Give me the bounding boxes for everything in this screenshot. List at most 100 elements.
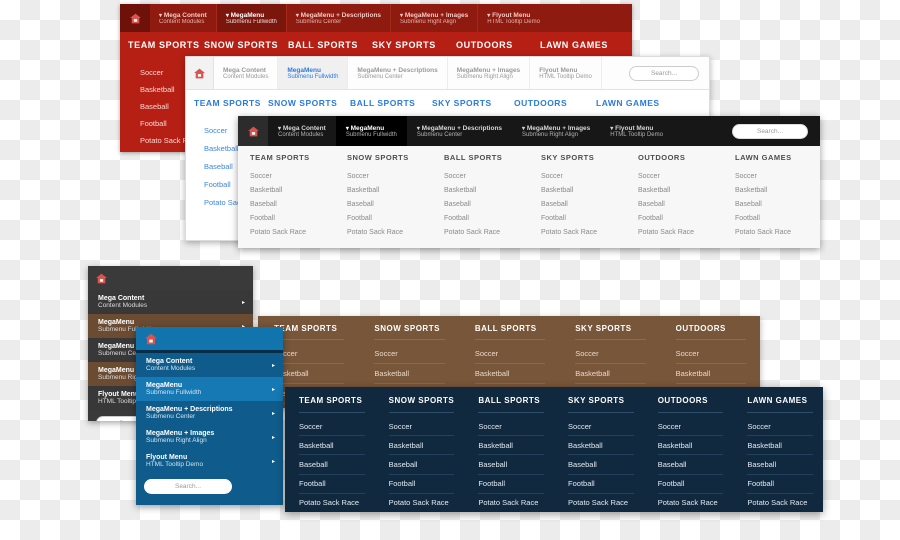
list-item[interactable]: Football: [250, 212, 335, 226]
list-item[interactable]: Baseball: [657, 455, 724, 475]
list-item[interactable]: Basketball: [374, 364, 445, 384]
nav-item-lawn-games[interactable]: LAWN GAMES: [596, 98, 660, 108]
list-item[interactable]: Football: [735, 212, 820, 226]
nav-item-sky-sports[interactable]: SKY SPORTS: [372, 40, 456, 50]
list-item[interactable]: Soccer: [638, 169, 723, 183]
list-item[interactable]: Basketball: [747, 436, 814, 456]
menu-item-megamenu[interactable]: MegaMenu Submenu Fullwidth ▸: [136, 377, 283, 401]
list-item[interactable]: Basketball: [675, 364, 747, 384]
home-button[interactable]: [186, 57, 214, 89]
list-item[interactable]: Potato Sack Race: [388, 494, 455, 512]
list-item[interactable]: Football: [657, 475, 724, 494]
list-item[interactable]: Soccer: [747, 417, 814, 437]
list-item[interactable]: Baseball: [250, 197, 335, 211]
topbar-item-megamenu-images[interactable]: MegaMenu + Images Submenu Right Align: [448, 57, 531, 89]
list-item[interactable]: Potato Sack Race: [347, 226, 432, 240]
list-item[interactable]: Basketball: [657, 436, 724, 456]
topbar-item-mega-content[interactable]: ▾ Mega Content Content Modules: [150, 4, 217, 32]
list-item[interactable]: Soccer: [541, 169, 626, 183]
list-item[interactable]: Baseball: [444, 197, 529, 211]
list-item[interactable]: Soccer: [274, 344, 345, 364]
list-item[interactable]: Soccer: [374, 344, 445, 364]
list-item[interactable]: Potato Sack Race: [444, 226, 529, 240]
nav-item-sky-sports[interactable]: SKY SPORTS: [432, 98, 514, 108]
list-item[interactable]: Basketball: [299, 436, 365, 456]
search-input[interactable]: Search...: [144, 479, 232, 494]
list-item[interactable]: Basketball: [274, 364, 345, 384]
list-item[interactable]: Football: [299, 475, 365, 494]
list-item[interactable]: Baseball: [299, 455, 365, 475]
list-item[interactable]: Football: [638, 212, 723, 226]
list-item[interactable]: Soccer: [478, 417, 545, 437]
topbar-item-flyout-menu[interactable]: Flyout Menu HTML Tooltip Demo: [530, 57, 602, 89]
list-item[interactable]: Potato Sack Race: [250, 226, 335, 240]
list-item[interactable]: Baseball: [388, 455, 455, 475]
list-item[interactable]: Baseball: [347, 197, 432, 211]
topbar-item-megamenu-images[interactable]: ▾ MegaMenu + Images Submenu Right Align: [512, 116, 600, 146]
list-item[interactable]: Potato Sack Race: [735, 226, 820, 240]
nav-item-outdoors[interactable]: OUTDOORS: [514, 98, 596, 108]
nav-item-team-sports[interactable]: TEAM SPORTS: [186, 98, 268, 108]
list-item[interactable]: Football: [478, 475, 545, 494]
list-item[interactable]: Basketball: [541, 183, 626, 197]
topbar-item-megamenu-descriptions[interactable]: ▾ MegaMenu + Descriptions Submenu Center: [407, 116, 512, 146]
menu-item-megamenu-images[interactable]: MegaMenu + Images Submenu Right Align ▸: [136, 425, 283, 449]
list-item[interactable]: Potato Sack Race: [747, 494, 814, 512]
list-item[interactable]: Baseball: [541, 197, 626, 211]
topbar-item-mega-content[interactable]: Mega Content Content Modules: [214, 57, 279, 89]
topbar-item-megamenu-images[interactable]: ▾ MegaMenu + Images Submenu Right Align: [391, 4, 479, 32]
topbar-item-megamenu[interactable]: ▾ MegaMenu Submenu Fullwidth: [216, 4, 287, 32]
list-item[interactable]: Soccer: [444, 169, 529, 183]
topbar-item-megamenu-descriptions[interactable]: ▾ MegaMenu + Descriptions Submenu Center: [287, 4, 392, 32]
list-item[interactable]: Football: [388, 475, 455, 494]
nav-item-team-sports[interactable]: TEAM SPORTS: [120, 40, 204, 50]
list-item[interactable]: Basketball: [575, 364, 646, 384]
list-item[interactable]: Potato Sack Race: [657, 494, 724, 512]
search-input[interactable]: Search...: [732, 123, 808, 139]
list-item[interactable]: Soccer: [299, 417, 365, 437]
home-button[interactable]: [120, 4, 150, 32]
list-item[interactable]: Potato Sack Race: [568, 494, 634, 512]
nav-item-lawn-games[interactable]: LAWN GAMES: [540, 40, 608, 50]
list-item[interactable]: Basketball: [250, 183, 335, 197]
nav-item-ball-sports[interactable]: BALL SPORTS: [350, 98, 432, 108]
topbar-item-megamenu-descriptions[interactable]: MegaMenu + Descriptions Submenu Center: [348, 57, 448, 89]
list-item[interactable]: Football: [568, 475, 634, 494]
list-item[interactable]: Potato Sack Race: [541, 226, 626, 240]
search-input[interactable]: Search...: [629, 65, 699, 81]
menu-item-mega-content[interactable]: Mega Content Content Modules ▸: [88, 290, 253, 314]
list-item[interactable]: Basketball: [474, 364, 546, 384]
list-item[interactable]: Soccer: [347, 169, 432, 183]
list-item[interactable]: Soccer: [568, 417, 634, 437]
topbar-item-mega-content[interactable]: ▾ Mega Content Content Modules: [268, 116, 336, 146]
nav-item-snow-sports[interactable]: SNOW SPORTS: [268, 98, 350, 108]
list-item[interactable]: Baseball: [638, 197, 723, 211]
list-item[interactable]: Soccer: [657, 417, 724, 437]
list-item[interactable]: Soccer: [575, 344, 646, 364]
list-item[interactable]: Baseball: [747, 455, 814, 475]
list-item[interactable]: Basketball: [735, 183, 820, 197]
home-icon[interactable]: [144, 332, 158, 346]
list-item[interactable]: Soccer: [250, 169, 335, 183]
list-item[interactable]: Basketball: [568, 436, 634, 456]
list-item[interactable]: Football: [541, 212, 626, 226]
topbar-item-flyout-menu[interactable]: ▾ Flyout Menu HTML Tooltip Demo: [478, 4, 549, 32]
list-item[interactable]: Soccer: [735, 169, 820, 183]
list-item[interactable]: Soccer: [388, 417, 455, 437]
menu-item-mega-content[interactable]: Mega Content Content Modules ▸: [136, 353, 283, 377]
topbar-item-megamenu[interactable]: MegaMenu Submenu Fullwidth: [278, 57, 349, 89]
menu-item-flyout-menu[interactable]: Flyout Menu HTML Tooltip Demo ▸: [136, 449, 283, 473]
list-item[interactable]: Baseball: [568, 455, 634, 475]
list-item[interactable]: Soccer: [675, 344, 747, 364]
list-item[interactable]: Basketball: [347, 183, 432, 197]
topbar-item-flyout-menu[interactable]: ▾ Flyout Menu HTML Tooltip Demo: [600, 116, 673, 146]
list-item[interactable]: Baseball: [478, 455, 545, 475]
list-item[interactable]: Soccer: [474, 344, 546, 364]
list-item[interactable]: Potato Sack Race: [299, 494, 365, 512]
list-item[interactable]: Basketball: [478, 436, 545, 456]
list-item[interactable]: Potato Sack Race: [638, 226, 723, 240]
nav-item-ball-sports[interactable]: BALL SPORTS: [288, 40, 372, 50]
home-icon[interactable]: [95, 272, 108, 285]
nav-item-snow-sports[interactable]: SNOW SPORTS: [204, 40, 288, 50]
list-item[interactable]: Football: [444, 212, 529, 226]
